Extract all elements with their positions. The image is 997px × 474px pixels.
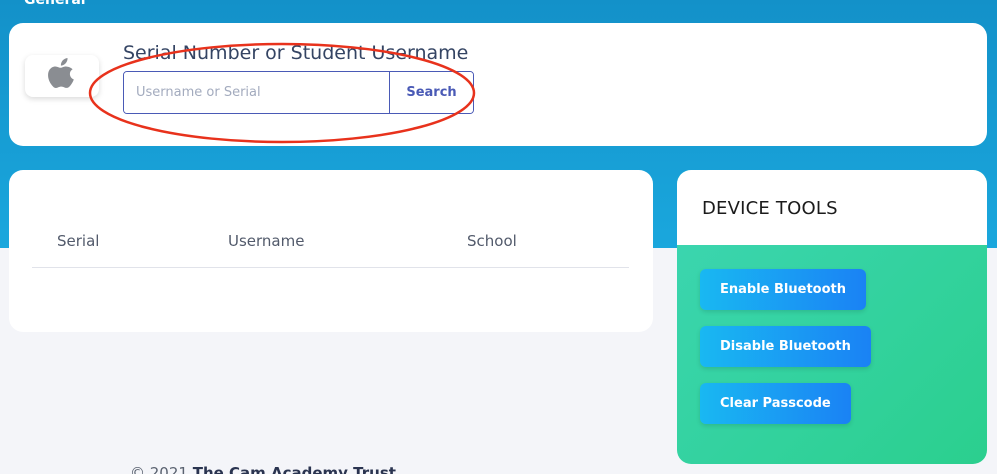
search-input-group: Search (123, 71, 474, 114)
column-header-school[interactable]: School (467, 232, 517, 250)
breadcrumb[interactable]: General (24, 0, 86, 8)
apple-logo-tile (25, 55, 99, 97)
footer-copyright: © 2021 The Cam Academy Trust (130, 464, 396, 474)
device-tools-title: DEVICE TOOLS (677, 170, 987, 245)
results-table-card: Serial Username School (9, 170, 653, 332)
device-tools-card: DEVICE TOOLS Enable Bluetooth Disable Bl… (677, 170, 987, 464)
table-header-row: Serial Username School (32, 230, 629, 268)
search-field-label: Serial Number or Student Username (123, 42, 469, 64)
column-header-username[interactable]: Username (228, 232, 304, 250)
column-header-serial[interactable]: Serial (57, 232, 99, 250)
search-button[interactable]: Search (389, 72, 473, 113)
enable-bluetooth-button[interactable]: Enable Bluetooth (700, 269, 866, 310)
footer-org-link[interactable]: The Cam Academy Trust (193, 464, 396, 474)
search-card: Serial Number or Student Username Search (9, 23, 987, 146)
disable-bluetooth-button[interactable]: Disable Bluetooth (700, 326, 871, 367)
search-input[interactable] (124, 72, 389, 113)
apple-icon (47, 57, 77, 95)
clear-passcode-button[interactable]: Clear Passcode (700, 383, 851, 424)
copyright-text: © 2021 (130, 464, 188, 474)
